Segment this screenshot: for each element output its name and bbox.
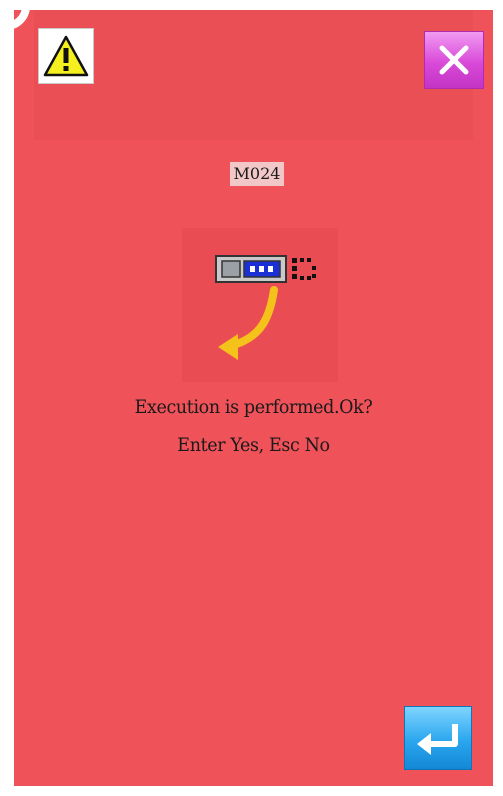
header-band [34,10,473,140]
message-code: M024 [230,162,284,186]
enter-icon [417,724,458,755]
page: M024 Execution is performed.Ok? Enter Ye… [0,0,503,796]
warning-button[interactable] [38,28,94,84]
confirm-message: Execution is performed.Ok? [134,396,373,418]
warning-icon [43,35,89,77]
enter-button[interactable] [404,706,472,770]
close-button[interactable] [424,31,484,89]
alert-screen: M024 Execution is performed.Ok? Enter Ye… [14,10,493,786]
transfer-execute-icon [215,255,316,360]
key-hint-message: Enter Yes, Esc No [177,434,330,456]
close-icon [439,45,469,75]
